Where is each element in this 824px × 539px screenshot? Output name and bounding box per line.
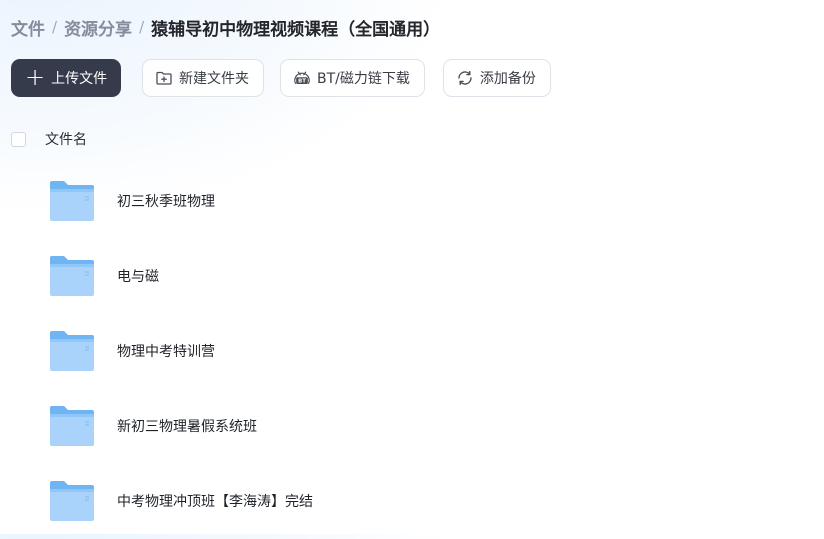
file-row[interactable]: 电与磁 xyxy=(0,239,824,314)
file-row[interactable]: 中考物理冲顶班【李海涛】完结 xyxy=(0,464,824,539)
bt-download-label: BT/磁力链下载 xyxy=(317,71,410,87)
folder-icon xyxy=(49,405,95,447)
upload-file-button[interactable]: + 上传文件 xyxy=(11,59,121,97)
refresh-icon xyxy=(456,69,474,87)
toolbar: + 上传文件 新建文件夹 BT BT/磁力链下载 添加备份 xyxy=(11,59,551,97)
file-row[interactable]: 新初三物理暑假系统班 xyxy=(0,389,824,464)
add-backup-button[interactable]: 添加备份 xyxy=(442,59,551,97)
breadcrumb-separator: / xyxy=(52,18,58,36)
folder-plus-icon xyxy=(155,69,173,87)
folder-icon xyxy=(49,255,95,297)
column-header-filename[interactable]: 文件名 xyxy=(45,129,87,149)
new-folder-button[interactable]: 新建文件夹 xyxy=(142,59,264,97)
select-all-checkbox[interactable] xyxy=(11,131,26,147)
file-row[interactable]: 物理中考特训营 xyxy=(0,314,824,389)
file-name[interactable]: 物理中考特训营 xyxy=(117,341,215,361)
plus-icon: + xyxy=(25,63,46,91)
svg-text:BT: BT xyxy=(298,79,306,85)
file-name[interactable]: 电与磁 xyxy=(117,266,159,286)
bt-download-button[interactable]: BT BT/磁力链下载 xyxy=(280,59,425,97)
file-name[interactable]: 新初三物理暑假系统班 xyxy=(117,416,257,436)
breadcrumb-current-folder: 猿辅导初中物理视频课程（全国通用） xyxy=(151,19,441,40)
folder-icon xyxy=(49,480,95,522)
file-name[interactable]: 中考物理冲顶班【李海涛】完结 xyxy=(117,491,313,511)
list-header: 文件名 xyxy=(11,128,87,150)
breadcrumb-separator: / xyxy=(139,18,145,36)
file-name[interactable]: 初三秋季班物理 xyxy=(117,191,215,211)
breadcrumb-files[interactable]: 文件 xyxy=(11,15,45,40)
folder-icon xyxy=(49,330,95,372)
add-backup-label: 添加备份 xyxy=(479,71,536,87)
breadcrumb-resource-share[interactable]: 资源分享 xyxy=(64,15,132,40)
new-folder-label: 新建文件夹 xyxy=(179,71,249,87)
file-row[interactable]: 初三秋季班物理 xyxy=(0,164,824,239)
upload-file-label: 上传文件 xyxy=(51,71,108,87)
breadcrumb: 文件 / 资源分享 / 猿辅导初中物理视频课程（全国通用） xyxy=(11,14,440,40)
file-list: 初三秋季班物理 电与磁物理中考特训营新初三物理暑假系统班中考物理冲顶班【李海涛】完… xyxy=(0,164,824,539)
bt-icon: BT xyxy=(293,69,311,87)
folder-icon xyxy=(49,180,95,222)
